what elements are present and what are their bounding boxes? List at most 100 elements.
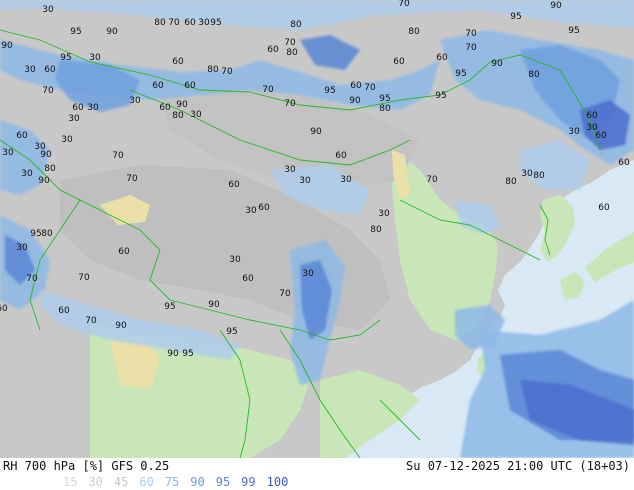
- contour-label: 90: [491, 59, 503, 69]
- contour-label: 60: [350, 81, 362, 91]
- contour-label: 60: [44, 65, 56, 75]
- contour-label: 30: [61, 135, 73, 145]
- contour-label: 60: [393, 57, 405, 67]
- contour-label: 60: [184, 18, 196, 28]
- legend-level: 75: [164, 475, 180, 489]
- contour-label: 80: [528, 70, 540, 80]
- contour-label: 80: [533, 171, 545, 181]
- contour-label: 95: [226, 327, 237, 337]
- legend-level: 100: [266, 475, 289, 489]
- contour-label: 80: [172, 111, 184, 121]
- contour-label: 30: [299, 176, 311, 186]
- contour-label: 90: [1, 41, 13, 51]
- contour-label: 95: [60, 53, 71, 63]
- contour-label: 30: [87, 103, 99, 113]
- contour-label: 95: [379, 94, 390, 104]
- contour-label: 70: [465, 29, 477, 39]
- contour-label: 80: [408, 27, 420, 37]
- contour-label: 90: [310, 127, 322, 137]
- contour-label: 80: [370, 225, 382, 235]
- contour-label: 70: [426, 175, 438, 185]
- contour-label: 60: [618, 158, 630, 168]
- weather-map: 30 95 90 80 70 60 30 95 80 70 60 80 70 95 90 95 80 70 60 95…: [0, 0, 634, 458]
- legend-level: 15: [63, 475, 78, 489]
- contour-label: 70: [364, 83, 376, 93]
- contour-label: 90: [167, 349, 179, 359]
- contour-label: 90: [208, 300, 220, 310]
- map-title: RH 700 hPa [%] GFS 0.25: [3, 459, 170, 473]
- contour-label: 80: [505, 177, 517, 187]
- legend-level: 30: [88, 475, 103, 489]
- contour-label: 80: [207, 65, 219, 75]
- contour-label: 60: [228, 180, 240, 190]
- info-bar: RH 700 hPa [%] GFS 0.25 Su 07-12-2025 21…: [0, 458, 634, 490]
- contour-label: 60: [184, 81, 196, 91]
- contour-label: 60: [267, 45, 279, 55]
- contour-label: 60: [242, 274, 254, 284]
- legend-level: 60: [139, 475, 154, 489]
- contour-label: 30: [2, 148, 14, 158]
- contour-label: 70: [85, 316, 97, 326]
- rh-map-svg: 3095 9080 70 60 30 95 807060 807095909580 706095…: [0, 0, 634, 458]
- contour-label: 30: [68, 114, 80, 124]
- contour-label: 70: [262, 85, 274, 95]
- contour-label: 30: [129, 96, 141, 106]
- contour-label: 30: [190, 110, 202, 120]
- contour-label: 60: [118, 247, 130, 257]
- contour-label: 95: [455, 69, 466, 79]
- contour-label: 95: [30, 229, 41, 239]
- contour-label: 70: [168, 18, 180, 28]
- contour-label: 95: [182, 349, 193, 359]
- contour-label: 80: [379, 104, 391, 114]
- contour-label: 60: [152, 81, 164, 91]
- contour-label: 80: [44, 164, 56, 174]
- legend-level: 99: [241, 475, 256, 489]
- contour-label: 80: [154, 18, 166, 28]
- contour-label: 80: [286, 48, 298, 58]
- contour-label: 95: [568, 26, 579, 36]
- contour-label: 90: [38, 176, 50, 186]
- contour-label: 60: [58, 306, 70, 316]
- legend-level: 95: [215, 475, 231, 489]
- contour-label: 90: [106, 27, 118, 37]
- contour-label: 90: [349, 96, 361, 106]
- contour-label: 95: [70, 27, 81, 37]
- contour-label: 95: [510, 12, 521, 22]
- contour-label: 90: [176, 100, 188, 110]
- contour-label: 30: [521, 169, 533, 179]
- contour-label: 30: [16, 243, 28, 253]
- contour-label: 30: [245, 206, 257, 216]
- contour-label: 30: [284, 165, 296, 175]
- contour-label: 60: [586, 111, 598, 121]
- contour-label: 90: [115, 321, 127, 331]
- contour-label: 30: [42, 5, 54, 15]
- contour-label: 90: [550, 1, 562, 11]
- contour-label: 60: [172, 57, 184, 67]
- contour-label: 95: [210, 18, 221, 28]
- contour-label: 70: [398, 0, 410, 9]
- contour-label: 70: [284, 99, 296, 109]
- contour-label: 60: [335, 151, 347, 161]
- contour-label: 30: [586, 123, 598, 133]
- contour-label: 30: [21, 169, 33, 179]
- contour-label: 70: [78, 273, 90, 283]
- contour-label: 70: [465, 43, 477, 53]
- contour-label: 80: [41, 229, 53, 239]
- contour-label: 70: [279, 289, 291, 299]
- contour-label: 60: [598, 203, 610, 213]
- contour-label: 60: [159, 103, 171, 113]
- legend-level: 90: [190, 475, 205, 489]
- contour-label: 60: [16, 131, 28, 141]
- contour-label: 70: [221, 67, 233, 77]
- contour-label: 80: [290, 20, 302, 30]
- contour-label: 90: [40, 150, 52, 160]
- map-datetime: Su 07-12-2025 21:00 UTC (18+03): [406, 459, 630, 473]
- contour-label: 70: [284, 38, 296, 48]
- contour-label: 60: [258, 203, 270, 213]
- contour-label: 60: [436, 53, 448, 63]
- contour-label: 60: [0, 304, 8, 314]
- contour-label: 30: [568, 127, 580, 137]
- contour-label: 95: [164, 302, 175, 312]
- contour-label: 95: [435, 91, 446, 101]
- contour-label: 70: [26, 274, 38, 284]
